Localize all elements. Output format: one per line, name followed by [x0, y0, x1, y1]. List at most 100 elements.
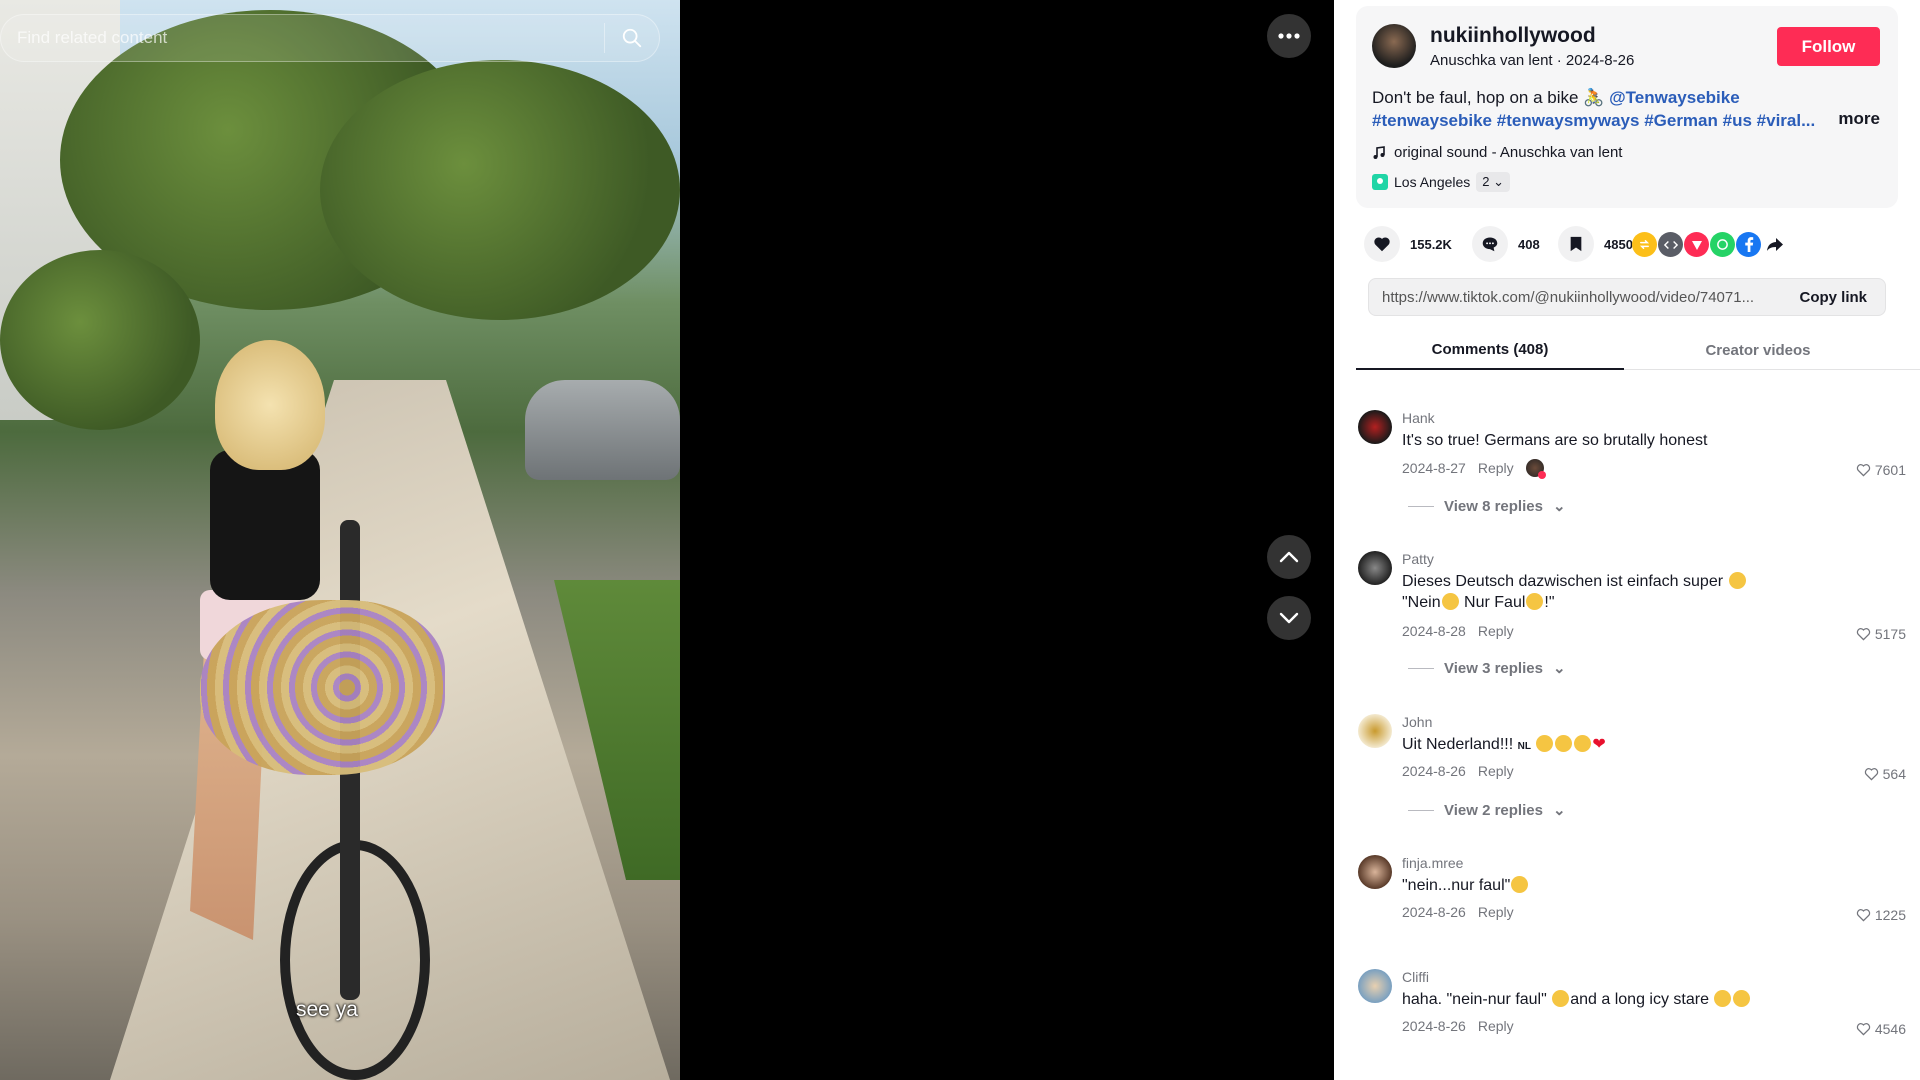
sound-link[interactable]: original sound - Anuschka van lent [1372, 144, 1622, 161]
hashtag-link[interactable]: #tenwaysebike [1372, 111, 1492, 130]
hashtag-link[interactable]: #German [1644, 111, 1718, 130]
heart-outline-icon [1856, 909, 1870, 922]
commenter-username[interactable]: finja.mree [1402, 855, 1463, 871]
search-input[interactable] [1, 15, 604, 61]
next-video-button[interactable] [1267, 596, 1311, 640]
view-replies-label: View 8 replies [1444, 497, 1543, 515]
comment-like-button[interactable]: 564 [1864, 766, 1906, 782]
embed-icon[interactable] [1658, 232, 1683, 257]
hashtag-link[interactable]: #tenwaysmyways [1497, 111, 1640, 130]
mention-link[interactable]: @Tenwaysebike [1609, 88, 1740, 107]
heart-outline-icon [1856, 628, 1870, 641]
search-button[interactable] [605, 14, 659, 62]
tab-creator-videos[interactable]: Creator videos [1624, 330, 1892, 370]
panel-tabs: Comments (408) Creator videos [1356, 330, 1920, 370]
video-player[interactable]: see ya [0, 0, 680, 1080]
commenter-username[interactable]: John [1402, 714, 1432, 730]
comment-text: Uit Nederland!!! NL ❤ [1402, 734, 1842, 757]
commenter-avatar[interactable] [1358, 410, 1392, 444]
comment-like-count: 5175 [1874, 626, 1906, 642]
sound-name: original sound - Anuschka van lent [1394, 144, 1623, 161]
reply-button[interactable]: Reply [1478, 623, 1514, 639]
location-count-dropdown[interactable]: 2 ⌄ [1476, 172, 1511, 192]
comment-date: 2024-8-26 [1402, 763, 1466, 779]
heart-badge-icon [1537, 471, 1546, 479]
laughing-emoji-icon [1728, 572, 1746, 589]
comment-like-button[interactable]: 5175 [1856, 626, 1906, 642]
send-icon[interactable] [1684, 232, 1709, 257]
heart-icon [1364, 226, 1400, 262]
comment-date: 2024-8-28 [1402, 623, 1466, 639]
commenter-username[interactable]: Hank [1402, 410, 1435, 426]
comment-text-part: !" [1544, 594, 1555, 611]
comment-meta: 2024-8-28 Reply [1402, 623, 1514, 639]
laughing-emoji-icon [1733, 990, 1751, 1007]
commenter-username[interactable]: Cliffi [1402, 969, 1429, 985]
previous-video-button[interactable] [1267, 535, 1311, 579]
view-replies-button[interactable]: View 8 replies ⌄ [1408, 497, 1566, 515]
comment-like-button[interactable]: 7601 [1856, 462, 1906, 478]
tab-comments[interactable]: Comments (408) [1356, 330, 1624, 370]
location-tag[interactable]: Los Angeles 2 ⌄ [1372, 170, 1511, 194]
reply-button[interactable]: Reply [1478, 460, 1514, 476]
comment-item: John Uit Nederland!!! NL ❤ 2024-8-26 Rep… [1334, 714, 1920, 824]
more-options-button[interactable] [1267, 14, 1311, 58]
comment-like-button[interactable]: 4546 [1856, 1021, 1906, 1037]
whatsapp-icon[interactable] [1710, 232, 1735, 257]
description-more-button[interactable]: more [1838, 109, 1880, 129]
smirk-emoji-icon [1526, 593, 1544, 610]
location-pin-icon [1372, 174, 1388, 190]
comment-text-part: Uit Nederland!!! [1402, 736, 1514, 753]
share-arrow-icon[interactable] [1762, 232, 1787, 257]
comment-item: Cliffi haha. "nein-nur faul" and a long … [1334, 969, 1920, 1049]
comment-like-count: 4546 [1874, 1021, 1906, 1037]
comment-button[interactable]: 408 [1472, 226, 1540, 262]
comment-text-part: "nein...nur faul" [1402, 877, 1511, 894]
repost-icon[interactable] [1632, 232, 1657, 257]
video-basket [200, 600, 445, 775]
comment-like-count: 564 [1882, 766, 1906, 782]
hashtag-link[interactable]: #us [1723, 111, 1752, 130]
view-replies-label: View 2 replies [1444, 801, 1543, 819]
view-replies-button[interactable]: View 2 replies ⌄ [1408, 801, 1566, 819]
video-person-hair [215, 340, 325, 470]
description-text: Don't be faul, hop on a bike 🚴 [1372, 88, 1605, 107]
reply-button[interactable]: Reply [1478, 904, 1514, 920]
copy-link-button[interactable]: Copy link [1781, 289, 1885, 306]
comment-like-button[interactable]: 1225 [1856, 907, 1906, 923]
commenter-avatar[interactable] [1358, 969, 1392, 1003]
detail-panel: nukiinhollywood Anuschka van lent · 2024… [1334, 0, 1920, 1080]
facebook-icon[interactable] [1736, 232, 1761, 257]
reply-button[interactable]: Reply [1478, 1018, 1514, 1034]
author-username[interactable]: nukiinhollywood [1430, 24, 1596, 48]
save-button[interactable]: 4850 [1558, 226, 1633, 262]
comment-text: haha. "nein-nur faul" and a long icy sta… [1402, 989, 1842, 1010]
comment-meta: 2024-8-26 Reply [1402, 763, 1514, 779]
laughing-emoji-icon [1511, 876, 1529, 893]
replies-divider [1408, 505, 1434, 507]
chevron-down-icon: ⌄ [1552, 802, 1566, 819]
comment-item: Patty Dieses Deutsch dazwischen ist einf… [1334, 551, 1920, 681]
location-name: Los Angeles [1394, 174, 1471, 190]
location-count: 2 [1482, 174, 1490, 189]
comment-count: 408 [1518, 236, 1540, 252]
comment-text: "nein...nur faul" [1402, 875, 1842, 896]
like-button[interactable]: 155.2K [1364, 226, 1452, 262]
follow-button[interactable]: Follow [1777, 27, 1880, 66]
comment-date: 2024-8-26 [1402, 1018, 1466, 1034]
author-avatar[interactable] [1372, 24, 1416, 68]
view-replies-button[interactable]: View 3 replies ⌄ [1408, 659, 1566, 677]
hashtag-link[interactable]: #viral... [1757, 111, 1816, 130]
commenter-avatar[interactable] [1358, 855, 1392, 889]
comment-item: finja.mree "nein...nur faul" 2024-8-26 R… [1334, 855, 1920, 935]
video-bush [0, 250, 200, 430]
nl-flag-label: NL [1517, 741, 1531, 752]
share-link-url[interactable]: https://www.tiktok.com/@nukiinhollywood/… [1369, 289, 1781, 306]
commenter-username[interactable]: Patty [1402, 551, 1434, 567]
commenter-avatar[interactable] [1358, 714, 1392, 748]
commenter-avatar[interactable] [1358, 551, 1392, 585]
reply-button[interactable]: Reply [1478, 763, 1514, 779]
red-heart-emoji-icon: ❤ [1592, 736, 1606, 753]
video-area: see ya [0, 0, 1334, 1080]
comment-text: It's so true! Germans are so brutally ho… [1402, 432, 1708, 449]
